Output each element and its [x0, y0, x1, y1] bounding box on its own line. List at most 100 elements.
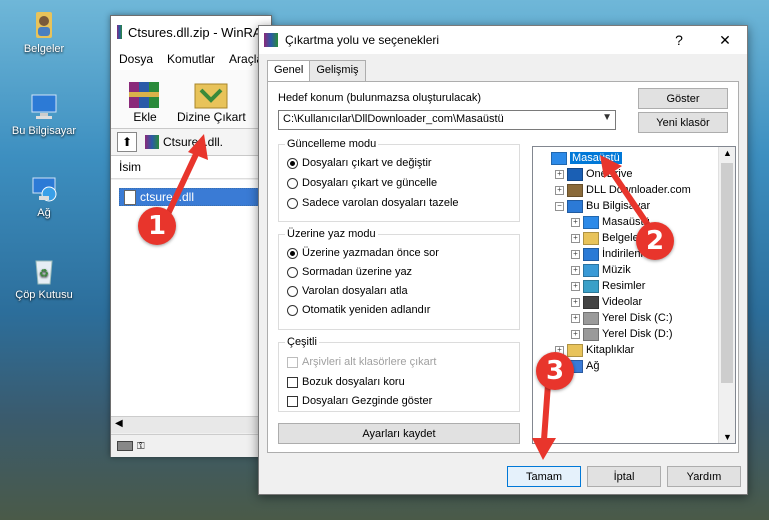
- save-settings-button[interactable]: Ayarları kaydet: [278, 423, 520, 444]
- expand-icon[interactable]: +: [555, 169, 564, 179]
- radio-button[interactable]: [287, 157, 298, 169]
- annotation-marker-3: 3: [536, 352, 574, 390]
- tree-item-label: Yerel Disk (D:): [602, 328, 673, 340]
- overwrite-option-overwrite[interactable]: Sormadan üzerine yaz: [287, 266, 412, 278]
- column-header-name[interactable]: İsim: [111, 156, 271, 179]
- tree-item[interactable]: + Videolar: [571, 295, 642, 309]
- winrar-menubar: Dosya Komutlar Araçlar: [111, 48, 271, 70]
- misc-option-keep-broken[interactable]: Bozuk dosyaları koru: [287, 376, 405, 388]
- desktop-icon-belgeler[interactable]: Belgeler: [4, 10, 84, 55]
- menu-dosya[interactable]: Dosya: [119, 52, 153, 66]
- help-icon[interactable]: ?: [659, 28, 699, 52]
- tree-item[interactable]: + Müzik: [571, 263, 631, 277]
- pictures-folder-icon: [583, 279, 599, 293]
- tab-gelismis[interactable]: Gelişmiş: [309, 60, 366, 81]
- tree-item[interactable]: Masaüstü: [539, 151, 622, 165]
- close-icon[interactable]: ✕: [705, 28, 745, 52]
- radio-button[interactable]: [287, 197, 298, 209]
- user-folder-icon: [27, 10, 61, 40]
- expand-icon[interactable]: +: [555, 185, 564, 195]
- tree-item[interactable]: + Kitaplıklar: [555, 343, 634, 357]
- expand-icon[interactable]: +: [571, 265, 580, 275]
- overwrite-mode-title: Üzerine yaz modu: [285, 228, 378, 240]
- help-button[interactable]: Yardım: [667, 466, 741, 487]
- scroll-down-icon[interactable]: ▼: [723, 432, 732, 442]
- scroll-left-icon[interactable]: ◀: [115, 418, 123, 429]
- overwrite-option-ask[interactable]: Üzerine yazmadan önce sor: [287, 247, 439, 259]
- scroll-up-icon[interactable]: ▲: [723, 148, 732, 158]
- annotation-marker-1: 1: [138, 207, 176, 245]
- dll-file-icon: [124, 189, 136, 205]
- up-folder-icon[interactable]: ⬆: [117, 132, 137, 152]
- archive-path[interactable]: Ctsures.dll.: [163, 135, 223, 149]
- scroll-thumb[interactable]: [721, 163, 733, 383]
- extract-to-button[interactable]: Dizine Çıkart: [177, 76, 246, 128]
- menu-komutlar[interactable]: Komutlar: [167, 52, 215, 66]
- tree-item[interactable]: + Belgeler: [571, 231, 642, 245]
- library-folder-icon: [567, 343, 583, 357]
- option-label: Sadece varolan dosyaları tazele: [302, 197, 459, 209]
- tree-item[interactable]: + Yerel Disk (C:): [571, 311, 673, 325]
- file-row[interactable]: ctsures.dll: [119, 188, 259, 206]
- checkbox[interactable]: [287, 395, 298, 407]
- desktop-icon-label: Çöp Kutusu: [15, 289, 73, 301]
- update-option-replace[interactable]: Dosyaları çıkart ve değiştir: [287, 157, 432, 169]
- tree-item[interactable]: + Masaüstü: [571, 215, 650, 229]
- new-folder-button[interactable]: Yeni klasör: [638, 112, 728, 133]
- tree-item-label: Bu Bilgisayar: [586, 200, 651, 212]
- ok-button[interactable]: Tamam: [507, 466, 581, 487]
- radio-button[interactable]: [287, 304, 298, 316]
- show-button[interactable]: Göster: [638, 88, 728, 109]
- dialog-title: Çıkartma yolu ve seçenekleri: [285, 33, 440, 47]
- destination-path-combo[interactable]: C:\Kullanıcılar\DllDownloader_com\Masaüs…: [278, 110, 616, 130]
- desktop-icon-ag[interactable]: Ağ: [4, 174, 84, 219]
- expand-icon[interactable]: +: [571, 329, 580, 339]
- update-option-freshen[interactable]: Sadece varolan dosyaları tazele: [287, 197, 459, 209]
- winrar-window: Ctsures.dll.zip - WinRAR Dosya Komutlar …: [110, 15, 277, 457]
- chevron-down-icon[interactable]: ▼: [602, 112, 612, 123]
- tree-item[interactable]: + Yerel Disk (D:): [571, 327, 673, 341]
- tree-vertical-scrollbar[interactable]: ▲ ▼: [718, 147, 735, 443]
- radio-button[interactable]: [287, 266, 298, 278]
- winrar-address-bar: ⬆ Ctsures.dll.: [111, 129, 271, 156]
- tree-item-label: Resimler: [602, 280, 646, 292]
- dialog-titlebar[interactable]: Çıkartma yolu ve seçenekleri ? ✕: [259, 26, 747, 54]
- music-folder-icon: [583, 263, 599, 277]
- expand-icon[interactable]: +: [571, 281, 580, 291]
- overwrite-option-skip[interactable]: Varolan dosyaları atla: [287, 285, 408, 297]
- expand-icon[interactable]: +: [571, 217, 580, 227]
- winrar-titlebar[interactable]: Ctsures.dll.zip - WinRAR: [111, 16, 271, 48]
- horizontal-scrollbar[interactable]: ◀: [111, 416, 271, 433]
- expand-icon[interactable]: +: [571, 297, 580, 307]
- tree-item[interactable]: + DLL Downloader.com: [555, 183, 691, 197]
- folder-tree[interactable]: ▲ ▼ Masaüstü + OneDrive + DLL Downloader.com…: [532, 146, 736, 444]
- collapse-icon[interactable]: −: [555, 201, 564, 211]
- overwrite-mode-group: Üzerine yaz modu Üzerine yazmadan önce s…: [278, 228, 520, 330]
- tree-item[interactable]: + OneDrive: [555, 167, 632, 181]
- option-label: Bozuk dosyaları koru: [302, 376, 405, 388]
- desktop-icon-bu-bilgisayar[interactable]: Bu Bilgisayar: [4, 92, 84, 137]
- expand-icon[interactable]: +: [571, 313, 580, 323]
- update-mode-title: Güncelleme modu: [285, 138, 379, 150]
- update-option-update[interactable]: Dosyaları çıkart ve güncelle: [287, 177, 437, 189]
- misc-option-show-in-explorer[interactable]: Dosyaları Gezginde göster: [287, 395, 432, 407]
- add-button[interactable]: Ekle: [125, 76, 165, 128]
- tree-item[interactable]: − Bu Bilgisayar: [555, 199, 650, 213]
- desktop-icon-cop-kutusu[interactable]: ♻ Çöp Kutusu: [4, 256, 84, 301]
- expand-icon[interactable]: +: [571, 233, 580, 243]
- overwrite-option-rename[interactable]: Otomatik yeniden adlandır: [287, 304, 430, 316]
- add-button-label: Ekle: [133, 110, 157, 124]
- cancel-button[interactable]: İptal: [587, 466, 661, 487]
- checkbox[interactable]: [287, 376, 298, 388]
- destination-label: Hedef konum (bulunmazsa oluşturulacak): [278, 92, 481, 104]
- winrar-toolbar: Ekle Dizine Çıkart: [111, 70, 271, 129]
- expand-icon[interactable]: +: [571, 249, 580, 259]
- option-label: Sormadan üzerine yaz: [302, 266, 413, 278]
- videos-folder-icon: [583, 295, 599, 309]
- tree-item[interactable]: + Resimler: [571, 279, 645, 293]
- extraction-dialog: Çıkartma yolu ve seçenekleri ? ✕ Genel G…: [258, 25, 748, 495]
- radio-button[interactable]: [287, 177, 298, 189]
- radio-button[interactable]: [287, 285, 298, 297]
- radio-button[interactable]: [287, 247, 298, 259]
- tab-genel[interactable]: Genel: [267, 60, 311, 81]
